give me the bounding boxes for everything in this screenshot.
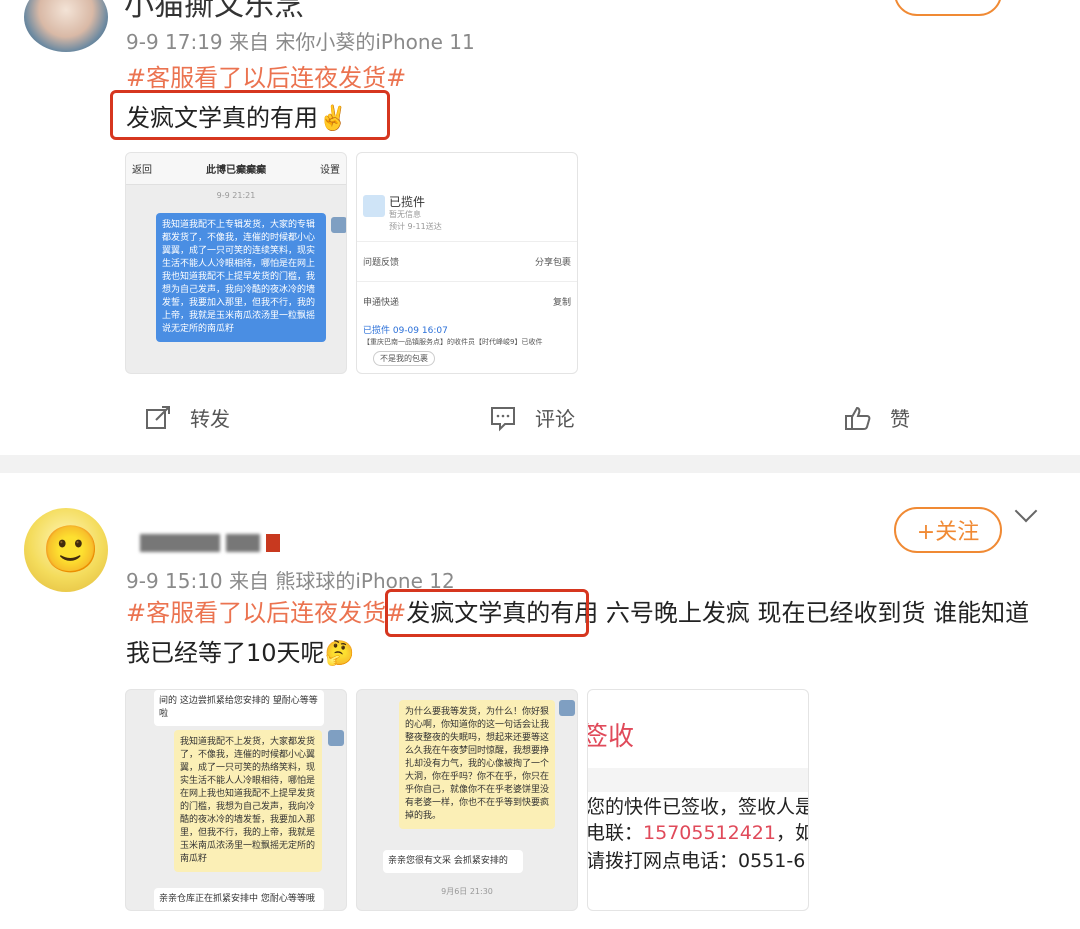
post-text: 发疯文学真的有用✌️: [126, 104, 348, 132]
courier-name: 申通快递: [363, 298, 400, 308]
share-label: 分享包裹: [534, 258, 571, 268]
phone-number[interactable]: 15705512421: [643, 822, 776, 844]
hashtag-link[interactable]: #客服看了以后连夜发货#: [126, 58, 406, 93]
sms-line-2-prefix: 电联：: [587, 822, 644, 844]
post-card-2: 🙂 +关注 9-9 15:10 来自 熊球球的iPhone 12 #客服看了以后…: [0, 473, 1080, 929]
post-image-chat[interactable]: 返回 此博已癫癫癫 设置 9-9 21:21 我知道我配不上专辑发货，大家的专辑…: [125, 152, 347, 374]
sms-line-1: 您的快件已签收，签收人是: [587, 796, 809, 818]
comment-button[interactable]: 评论: [489, 403, 575, 432]
comment-label: 评论: [535, 407, 575, 431]
package-eta: 预计 9-11送达: [389, 222, 442, 231]
chat-back-link: 返回: [132, 165, 152, 176]
highlight-box: [385, 589, 589, 637]
follow-button[interactable]: [894, 0, 1002, 16]
sms-line-2: 电联：15705512421，如有: [587, 818, 808, 845]
post-image-sms[interactable]: 签收 您的快件已签收，签收人是 电联：15705512421，如有 请拨打网点电…: [587, 689, 809, 911]
follow-button[interactable]: +关注: [894, 507, 1002, 553]
avatar[interactable]: 🙂: [24, 508, 108, 592]
chat-bubble: 亲亲您很有文采 会抓紧安排的: [383, 850, 523, 873]
repost-button[interactable]: 转发: [144, 403, 230, 432]
package-status-sub: 暂无信息: [389, 210, 421, 219]
post-meta: 9-9 17:19 来自 宋你小葵的iPhone 11: [126, 30, 475, 54]
username-blurred[interactable]: [140, 530, 280, 552]
post-card-1: 小猫撕文乐烹 9-9 17:19 来自 宋你小葵的iPhone 11 #客服看了…: [0, 0, 1080, 455]
chat-bubble: 亲亲仓库正在抓紧安排中 您耐心等等哦: [154, 888, 324, 910]
chat-avatar: [331, 217, 346, 233]
update-body: 【重庆巴南一品镇服务点】的收件员【时代峰峻9】已收件: [363, 337, 571, 347]
repost-label: 转发: [190, 407, 230, 431]
package-icon: [363, 195, 385, 217]
update-body-text: 【重庆巴南一品镇服务点】的收件员【时代峰峻9】已收件: [363, 338, 543, 346]
copy-label: 复制: [552, 298, 571, 308]
chat-header: 返回 此博已癫癫癫 设置: [126, 153, 346, 185]
sms-line-2-suffix: ，如有: [776, 822, 808, 844]
courier-row: 申通快递 复制: [363, 295, 571, 308]
chat-time: 9-9 21:21: [216, 191, 256, 200]
comment-icon: [491, 406, 515, 431]
chat-title: 此博已癫癫癫: [206, 165, 266, 176]
chat-settings: 设置: [320, 165, 340, 176]
repost-icon: [146, 405, 170, 429]
chat-bubble: 我知道我配不上专辑发货，大家的专辑都发货了，不像我，连催的时候都小心翼翼，成了一…: [156, 213, 326, 342]
chat-avatar: [328, 730, 344, 746]
avatar[interactable]: [24, 0, 108, 52]
package-status: 已揽件: [389, 195, 426, 209]
update-title-text: 已揽件 09-09 16:07: [363, 326, 448, 336]
not-my-package-tag: 不是我的包裹: [373, 351, 435, 366]
chat-bubble: 为什么要我等发货，为什么！你好狠的心啊，你知道你的这一句话会让我整夜整夜的失眠吗…: [399, 700, 555, 829]
action-bar: 转发 评论 赞: [0, 403, 1080, 443]
chevron-down-icon[interactable]: [1014, 499, 1038, 523]
like-button[interactable]: 赞: [844, 403, 910, 432]
feedback-label: 问题反馈: [363, 258, 400, 268]
sms-line-3: 请拨打网点电话：0551-6: [587, 850, 806, 872]
divider: [357, 281, 577, 282]
chat-avatar: [559, 700, 575, 716]
sms-divider: [588, 768, 808, 792]
username[interactable]: 小猫撕文乐烹: [124, 0, 304, 24]
hashtag-link[interactable]: #客服看了以后连夜发货#: [126, 599, 406, 627]
post-image-chat[interactable]: 间的 这边尝抓紧给您安排的 望耐心等等啦 我知道我配不上发货，大家都发货了，不像…: [125, 689, 347, 911]
post-image-chat[interactable]: 为什么要我等发货，为什么！你好狠的心啊，你知道你的这一句话会让我整夜整夜的失眠吗…: [356, 689, 578, 911]
like-label: 赞: [890, 407, 910, 431]
chat-bubble: 我知道我配不上发货，大家都发货了，不像我，连催的时候都小心翼翼，成了一只可笑的热…: [174, 730, 322, 872]
thinking-emoji: 🤔: [324, 639, 355, 667]
update-title: 已揽件 09-09 16:07: [363, 323, 571, 336]
sms-heading: 签收: [587, 722, 635, 752]
lotus-emoji-avatar: 🙂: [42, 522, 100, 576]
chat-bubble: 间的 这边尝抓紧给您安排的 望耐心等等啦: [154, 690, 324, 726]
chat-time: 9月6日 21:30: [441, 887, 493, 896]
thumbs-up-icon: [845, 406, 871, 430]
divider: [357, 241, 577, 242]
post-image-package[interactable]: 已揽件 暂无信息 预计 9-11送达 问题反馈 分享包裹 申通快递 复制 已揽件…: [356, 152, 578, 374]
package-actions-row: 问题反馈 分享包裹: [363, 255, 571, 268]
